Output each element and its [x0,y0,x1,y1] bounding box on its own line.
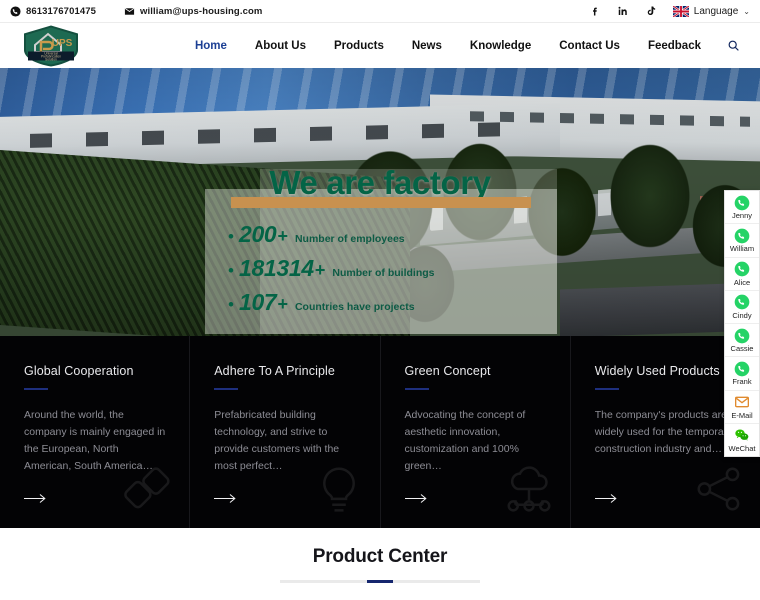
contact-rail-item-email[interactable]: E-Mail [725,391,759,424]
search-icon[interactable] [727,39,740,52]
hero-stat-label: Number of employees [294,233,405,245]
feature-card-global-cooperation[interactable]: Global Cooperation Around the world, the… [0,336,191,528]
bullet-icon: • [228,227,234,246]
feature-card-title: Green Concept [404,364,491,378]
section-title-divider [280,579,480,583]
feature-cards-section: Global Cooperation Around the world, the… [0,336,760,528]
feature-card-title: Global Cooperation [24,364,134,378]
hero-stats-list: • 200 + Number of employees • 181314 + N… [228,221,558,316]
phone-number: 8613176701475 [26,5,96,17]
hero-title-underline [231,197,531,208]
hero-stat-label: Number of buildings [332,267,435,279]
email-address: william@ups-housing.com [140,5,263,17]
feature-card-divider [24,388,48,390]
email-icon [734,394,751,411]
hero-stat-item: • 181314 + Number of buildings [228,255,558,282]
contact-rail-item-alice[interactable]: Alice [725,258,759,291]
contact-rail-item-jenny[interactable]: Jenny [725,191,759,225]
nav-item-feedback[interactable]: Feedback [634,40,715,52]
top-bar-right: Language ⌄ [589,5,750,18]
logo-tagline-3: Solution [45,57,57,61]
hero-stat-item: • 107 + Countries have projects [228,289,558,316]
contact-rail-label: E-Mail [731,410,753,420]
puzzle-icon [121,462,175,516]
feature-card-divider [214,388,239,390]
nav-item-products[interactable]: Products [320,40,398,52]
hero-stat-number: 107 [238,289,277,315]
hero-stat-plus: + [314,260,326,280]
feature-card-divider [404,388,429,390]
uk-flag-icon [672,5,689,17]
contact-rail-label: Cassie [730,344,754,353]
main-nav: Home About Us Products News Knowledge Co… [181,39,744,52]
nav-item-home[interactable]: Home [181,40,241,52]
contact-rail-label: William [729,244,755,254]
cloud-network-icon [502,462,556,516]
svg-text:UPS: UPS [52,38,73,49]
whatsapp-icon [734,327,751,344]
contact-rail-item-william[interactable]: William [725,224,759,258]
nav-item-about-us[interactable]: About Us [241,40,320,52]
site-logo[interactable]: UPS Universal Prefabrication Solution [20,24,82,68]
contact-rail-label: WeChat [728,443,756,453]
whatsapp-icon [734,261,751,278]
hero-stat-plus: + [277,294,288,314]
whatsapp-icon [734,294,751,311]
lightbulb-icon [312,462,366,516]
nav-item-knowledge[interactable]: Knowledge [456,40,545,52]
whatsapp-icon [734,360,751,377]
arrow-right-icon[interactable] [24,492,48,504]
product-center-section: Product Center [0,528,760,600]
envelope-icon [124,6,135,17]
phone-contact[interactable]: 8613176701475 [10,6,96,17]
arrow-right-icon[interactable] [404,492,429,504]
whatsapp-icon [734,227,751,244]
hero-stat-label: Countries have projects [294,301,415,313]
whatsapp-icon [734,194,751,211]
arrow-right-icon[interactable] [214,492,238,504]
floating-contact-rail: Jenny William Alice Cindy Cassie Frank E… [724,190,760,457]
contact-rail-item-cindy[interactable]: Cindy [725,291,759,324]
contact-rail-item-frank[interactable]: Frank [725,357,759,391]
nav-item-contact-us[interactable]: Contact Us [545,40,634,52]
language-selector[interactable]: Language ⌄ [672,5,750,17]
feature-card-divider [594,388,619,390]
contact-rail-item-cassie[interactable]: Cassie [725,324,759,358]
phone-icon [10,5,21,17]
top-bar: 8613176701475 william@ups-housing.com La… [0,0,760,23]
hero-stat-number: 200 [238,221,277,247]
linkedin-icon[interactable] [617,5,630,18]
hero-banner: We are factory • 200 + Number of employe… [0,68,760,336]
feature-card-adhere-to-a-principle[interactable]: Adhere To A Principle Prefabricated buil… [190,336,381,528]
site-header: UPS Universal Prefabrication Solution Ho… [0,23,760,68]
hero-stat-plus: + [277,226,288,246]
bullet-icon: • [228,261,234,280]
feature-card-green-concept[interactable]: Green Concept Advocating the concept of … [381,336,571,528]
feature-card-title: Adhere To A Principle [214,364,335,378]
facebook-icon[interactable] [589,5,602,18]
nav-item-news[interactable]: News [398,40,456,52]
page-title: Product Center [312,545,448,567]
feature-card-title: Widely Used Products [594,364,720,378]
email-contact[interactable]: william@ups-housing.com [124,6,262,17]
tiktok-icon[interactable] [645,5,658,18]
contact-rail-item-wechat[interactable]: WeChat [725,424,759,456]
language-label: Language [693,5,739,17]
arrow-right-icon[interactable] [594,492,619,504]
chevron-down-icon: ⌄ [743,6,750,16]
hero-content: We are factory • 200 + Number of employe… [0,164,760,323]
contact-rail-label: Alice [733,277,751,287]
wechat-icon [734,427,751,444]
contact-rail-label: Jenny [731,211,752,220]
share-nodes-icon [692,462,746,516]
contact-rail-label: Cindy [732,310,752,320]
hero-stat-number: 181314 [238,255,314,281]
bullet-icon: • [228,295,234,314]
hero-stat-item: • 200 + Number of employees [228,221,558,248]
contact-rail-label: Frank [732,377,752,387]
feature-card-description: The company's products are widely used f… [594,409,733,455]
